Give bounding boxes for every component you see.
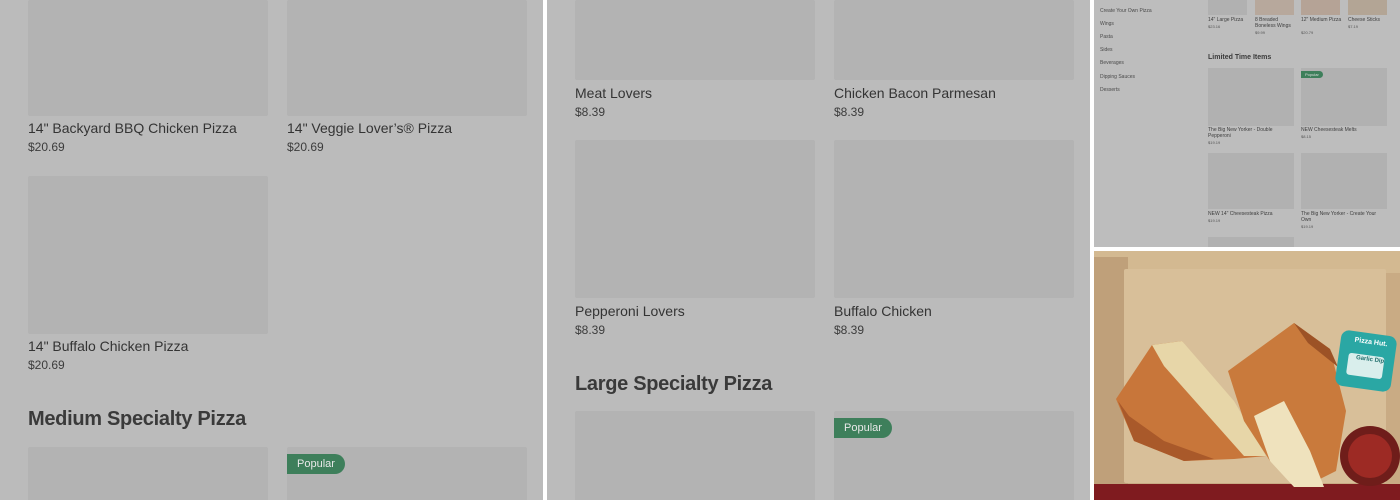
item-image[interactable] xyxy=(575,0,815,80)
item-price: $9.99 xyxy=(1255,30,1266,35)
item-image[interactable] xyxy=(1301,0,1340,15)
nav-item-wings[interactable]: Wings xyxy=(1100,21,1114,27)
section-title: Limited Time Items xyxy=(1208,54,1272,61)
menu-panel-mini: Create Your Own Pizza Wings Pasta Sides … xyxy=(1094,0,1400,247)
nav-item-create-your-own[interactable]: Create Your Own Pizza xyxy=(1100,8,1152,14)
item-name[interactable]: NEW 14" Cheesesteak Pizza xyxy=(1208,211,1288,217)
item-price: $8.39 xyxy=(575,105,606,119)
item-price: $7.19 xyxy=(1348,24,1359,29)
item-name[interactable]: Meat Lovers xyxy=(575,85,652,101)
item-name[interactable]: 12" Medium Pizza xyxy=(1301,17,1343,23)
item-image[interactable] xyxy=(575,140,815,298)
item-name[interactable]: NEW Cheesesteak Melts xyxy=(1301,127,1381,133)
sauce xyxy=(1348,434,1392,478)
item-image[interactable] xyxy=(1255,0,1294,15)
item-image[interactable] xyxy=(1301,153,1387,209)
item-image[interactable] xyxy=(1208,0,1247,15)
nav-item-sides[interactable]: Sides xyxy=(1100,47,1113,53)
item-image[interactable] xyxy=(28,0,268,116)
item-name[interactable]: 14" Buffalo Chicken Pizza xyxy=(28,338,188,354)
item-price: $8.39 xyxy=(834,323,865,337)
item-name[interactable]: The Big New Yorker - Create Your Own xyxy=(1301,211,1381,223)
item-name[interactable]: 8 Breaded Boneless Wings xyxy=(1255,17,1297,29)
section-title: Medium Specialty Pizza xyxy=(28,408,246,430)
item-image[interactable] xyxy=(834,140,1074,298)
item-price: $19.19 xyxy=(1208,140,1221,145)
item-name[interactable]: Buffalo Chicken xyxy=(834,303,932,319)
popular-badge: Popular xyxy=(1301,71,1323,78)
item-price: $20.69 xyxy=(28,140,65,154)
item-image[interactable] xyxy=(28,447,268,500)
item-name[interactable]: Cheese Sticks xyxy=(1348,17,1390,23)
item-name[interactable]: Pepperoni Lovers xyxy=(575,303,685,319)
item-price: $8.39 xyxy=(575,323,606,337)
item-image[interactable] xyxy=(1208,68,1294,126)
item-image[interactable] xyxy=(575,411,815,500)
item-price: $23.16 xyxy=(1208,24,1221,29)
item-image[interactable] xyxy=(1208,153,1294,209)
nav-item-pasta[interactable]: Pasta xyxy=(1100,34,1113,40)
item-price: $20.79 xyxy=(1301,30,1314,35)
item-price: $8.39 xyxy=(834,105,865,119)
nav-item-dipping-sauces[interactable]: Dipping Sauces xyxy=(1100,74,1135,80)
item-name[interactable]: 14" Backyard BBQ Chicken Pizza xyxy=(28,120,237,136)
item-price: $19.19 xyxy=(1208,218,1221,223)
item-name[interactable]: Chicken Bacon Parmesan xyxy=(834,85,996,101)
popular-badge: Popular xyxy=(834,418,892,438)
popular-badge: Popular xyxy=(287,454,345,474)
item-image[interactable] xyxy=(1208,237,1294,247)
pizza-photo: Pizza Hut. Garlic Dip xyxy=(1094,251,1400,500)
item-image[interactable] xyxy=(834,0,1074,80)
pizza-slices-graphic xyxy=(1116,323,1400,487)
menu-panel-middle: Meat Lovers $8.39 Chicken Bacon Parmesan… xyxy=(547,0,1090,500)
item-name[interactable]: 14" Veggie Lover’s® Pizza xyxy=(287,120,452,136)
item-price: $20.69 xyxy=(28,358,65,372)
item-image[interactable] xyxy=(287,0,527,116)
nav-item-desserts[interactable]: Desserts xyxy=(1100,87,1120,93)
item-name[interactable]: 14" Large Pizza xyxy=(1208,17,1250,23)
menu-panel-left: 14" Backyard BBQ Chicken Pizza $20.69 14… xyxy=(0,0,543,500)
section-title: Large Specialty Pizza xyxy=(575,373,773,395)
item-price: $20.69 xyxy=(287,140,324,154)
item-price: $19.19 xyxy=(1301,224,1314,229)
item-name[interactable]: The Big New Yorker - Double Pepperoni xyxy=(1208,127,1288,139)
nav-item-beverages[interactable]: Beverages xyxy=(1100,60,1124,66)
item-image[interactable] xyxy=(1348,0,1387,15)
item-image[interactable] xyxy=(28,176,268,334)
item-price: $8.15 xyxy=(1301,134,1312,139)
